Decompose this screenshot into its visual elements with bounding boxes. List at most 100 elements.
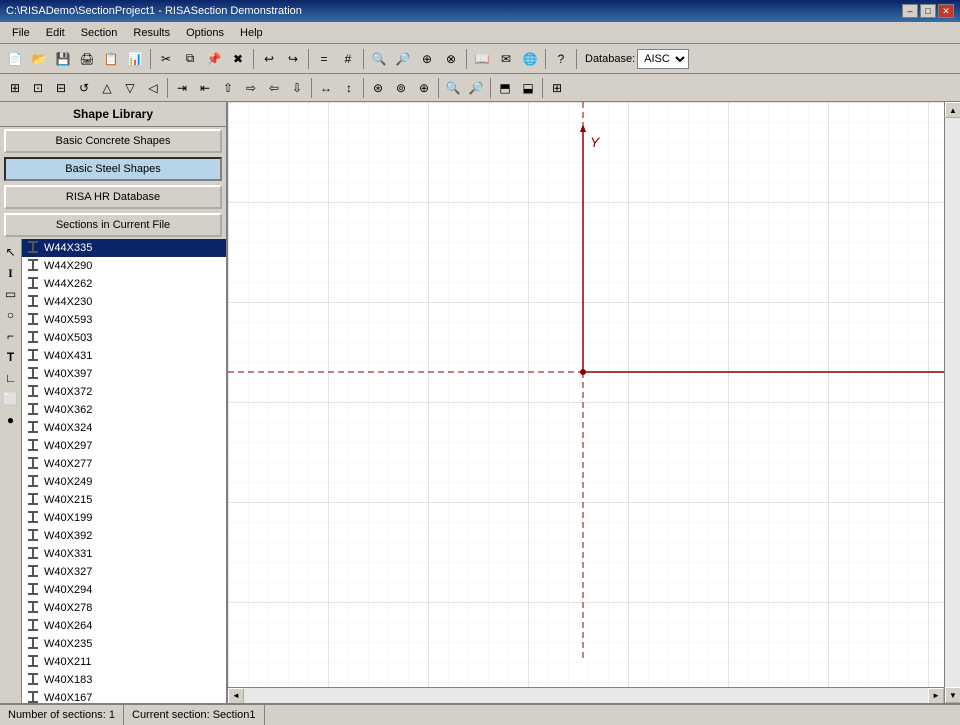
pointer-icon[interactable]: ↖ <box>2 243 20 261</box>
shape-item[interactable]: W40X264 <box>22 617 226 635</box>
shape-item[interactable]: W40X503 <box>22 329 226 347</box>
basic-steel-button[interactable]: Basic Steel Shapes <box>4 157 222 181</box>
shape-item[interactable]: W44X230 <box>22 293 226 311</box>
right-scrollbar[interactable]: ▲ ▼ <box>944 102 960 703</box>
pipe-icon[interactable]: ⬜ <box>2 390 20 408</box>
tb2-7[interactable]: ◁ <box>142 77 164 99</box>
scroll-left-button[interactable]: ◄ <box>228 688 244 704</box>
shape-item[interactable]: W40X331 <box>22 545 226 563</box>
shape-item[interactable]: W40X215 <box>22 491 226 509</box>
tb17[interactable]: 🌐 <box>519 48 541 70</box>
menu-section[interactable]: Section <box>73 25 126 41</box>
scroll-track-right[interactable] <box>945 118 960 687</box>
basic-concrete-button[interactable]: Basic Concrete Shapes <box>4 129 222 153</box>
shape-item[interactable]: W40X167 <box>22 689 226 703</box>
shape-item[interactable]: W40X372 <box>22 383 226 401</box>
tb2-3[interactable]: ⊟ <box>50 77 72 99</box>
copy-button[interactable]: ⧉ <box>179 48 201 70</box>
shape-item[interactable]: W44X290 <box>22 257 226 275</box>
angle-icon[interactable]: ∟ <box>2 369 20 387</box>
shape-item[interactable]: W40X362 <box>22 401 226 419</box>
tb15[interactable]: 📖 <box>471 48 493 70</box>
risa-hr-button[interactable]: RISA HR Database <box>4 185 222 209</box>
tb2-1[interactable]: ⊞ <box>4 77 26 99</box>
undo-button[interactable]: ↩ <box>258 48 280 70</box>
tb11[interactable]: 🔍 <box>368 48 390 70</box>
tb2-4[interactable]: ↺ <box>73 77 95 99</box>
tb6[interactable]: 📊 <box>124 48 146 70</box>
tb14[interactable]: ⊗ <box>440 48 462 70</box>
minimize-button[interactable]: – <box>902 4 918 18</box>
shape-item[interactable]: W40X211 <box>22 653 226 671</box>
shape-item[interactable]: W44X335 <box>22 239 226 257</box>
bracket-icon[interactable]: ⌐ <box>2 327 20 345</box>
shape-item[interactable]: W40X431 <box>22 347 226 365</box>
i-beam-icon[interactable]: I <box>2 264 20 282</box>
canvas-area[interactable]: X Y ▲ ▼ ◄ ► <box>228 102 960 703</box>
shape-item[interactable]: W40X297 <box>22 437 226 455</box>
shape-item[interactable]: W40X397 <box>22 365 226 383</box>
tb2-12[interactable]: ⇦ <box>263 77 285 99</box>
shape-item[interactable]: W40X294 <box>22 581 226 599</box>
tb2-18[interactable]: ⊕ <box>413 77 435 99</box>
tb-equal[interactable]: = <box>313 48 335 70</box>
tb12[interactable]: 🔎 <box>392 48 414 70</box>
t-icon[interactable]: T <box>2 348 20 366</box>
current-file-button[interactable]: Sections in Current File <box>4 213 222 237</box>
delete-button[interactable]: ✖ <box>227 48 249 70</box>
shape-item[interactable]: W40X327 <box>22 563 226 581</box>
maximize-button[interactable]: □ <box>920 4 936 18</box>
help-button[interactable]: ? <box>550 48 572 70</box>
rect-icon[interactable]: ▭ <box>2 285 20 303</box>
paste-button[interactable]: 📌 <box>203 48 225 70</box>
shape-item[interactable]: W40X277 <box>22 455 226 473</box>
tb2-8[interactable]: ⇥ <box>171 77 193 99</box>
shape-item[interactable]: W40X199 <box>22 509 226 527</box>
tb2-5[interactable]: △ <box>96 77 118 99</box>
menu-options[interactable]: Options <box>178 25 232 41</box>
print-button[interactable]: 🖨 <box>76 48 98 70</box>
close-button[interactable]: ✕ <box>938 4 954 18</box>
tb2-13[interactable]: ⇩ <box>286 77 308 99</box>
tb13[interactable]: ⊕ <box>416 48 438 70</box>
tb2-11[interactable]: ⇨ <box>240 77 262 99</box>
tb2-16[interactable]: ⊛ <box>367 77 389 99</box>
scroll-right-button[interactable]: ► <box>928 688 944 704</box>
shape-list[interactable]: W44X335W44X290W44X262W44X230W40X593W40X5… <box>22 239 226 703</box>
cut-button[interactable]: ✂ <box>155 48 177 70</box>
bottom-scrollbar[interactable]: ◄ ► <box>228 687 944 703</box>
scroll-track-bottom[interactable] <box>244 688 928 704</box>
tb2-21[interactable]: ⬒ <box>494 77 516 99</box>
shape-item[interactable]: W44X262 <box>22 275 226 293</box>
tb2-9[interactable]: ⇤ <box>194 77 216 99</box>
redo-button[interactable]: ↪ <box>282 48 304 70</box>
menu-edit[interactable]: Edit <box>38 25 73 41</box>
tb2-14[interactable]: ↔ <box>315 77 337 99</box>
circle2-icon[interactable]: ● <box>2 411 20 429</box>
shape-item[interactable]: W40X235 <box>22 635 226 653</box>
shape-item[interactable]: W40X324 <box>22 419 226 437</box>
shape-item[interactable]: W40X183 <box>22 671 226 689</box>
save-button[interactable]: 💾 <box>52 48 74 70</box>
shape-item[interactable]: W40X249 <box>22 473 226 491</box>
tb2-10[interactable]: ⇧ <box>217 77 239 99</box>
scroll-down-button[interactable]: ▼ <box>945 687 960 703</box>
new-button[interactable]: 📄 <box>4 48 26 70</box>
tb2-6[interactable]: ▽ <box>119 77 141 99</box>
tb2-17[interactable]: ⊚ <box>390 77 412 99</box>
circle-icon[interactable]: ○ <box>2 306 20 324</box>
menu-help[interactable]: Help <box>232 25 271 41</box>
tb2-2[interactable]: ⊡ <box>27 77 49 99</box>
scroll-up-button[interactable]: ▲ <box>945 102 960 118</box>
tb-num[interactable]: # <box>337 48 359 70</box>
shape-item[interactable]: W40X392 <box>22 527 226 545</box>
database-select[interactable]: AISC <box>637 49 689 69</box>
tb5[interactable]: 📋 <box>100 48 122 70</box>
menu-results[interactable]: Results <box>125 25 178 41</box>
tb2-23[interactable]: ⊞ <box>546 77 568 99</box>
tb2-22[interactable]: ⬓ <box>517 77 539 99</box>
shape-item[interactable]: W40X278 <box>22 599 226 617</box>
tb2-19[interactable]: 🔍 <box>442 77 464 99</box>
tb16[interactable]: ✉ <box>495 48 517 70</box>
open-button[interactable]: 📂 <box>28 48 50 70</box>
